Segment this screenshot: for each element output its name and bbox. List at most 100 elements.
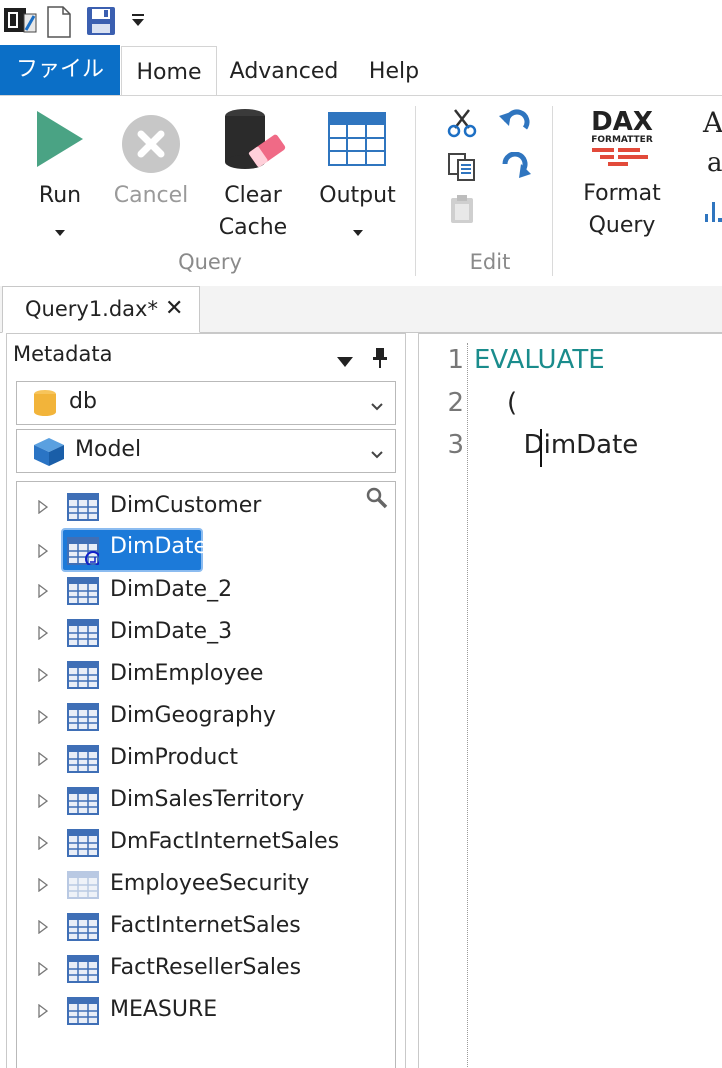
table-icon [67, 955, 99, 987]
document-tab[interactable]: Query1.dax* ✕ [2, 286, 200, 333]
copy-icon[interactable] [447, 152, 477, 186]
pin-icon[interactable] [373, 348, 387, 372]
output-label: Output [319, 183, 396, 208]
format-query-button[interactable]: DAX FORMATTER Format Query [570, 102, 674, 262]
model-value: Model [75, 437, 142, 462]
table-tree-item[interactable]: FactResellerSales [20, 947, 390, 989]
clear-cache-label-1: Clear [224, 183, 282, 208]
expand-arrow-icon[interactable] [38, 709, 49, 728]
expand-arrow-icon[interactable] [38, 877, 49, 896]
redo-icon[interactable] [499, 151, 531, 184]
partial-button-label[interactable]: A [703, 106, 722, 139]
table-name: FactResellerSales [110, 955, 302, 980]
tab-home[interactable]: Home [121, 46, 217, 97]
model-cube-icon [33, 437, 65, 471]
table-name: DimDate_3 [110, 619, 233, 644]
table-tree-item[interactable]: DimProduct [20, 737, 390, 779]
chevron-down-icon [54, 222, 66, 241]
hidden-table-icon [67, 871, 99, 903]
table-icon [67, 829, 99, 861]
expand-arrow-icon[interactable] [38, 961, 49, 980]
clear-cache-icon [223, 108, 287, 178]
model-select[interactable]: Model [16, 429, 396, 473]
table-icon [67, 661, 99, 693]
format-query-label-2: Query [588, 213, 656, 238]
table-tree-item[interactable]: DimDate_3 [20, 611, 390, 653]
expand-arrow-icon[interactable] [38, 543, 49, 562]
database-icon [33, 389, 57, 421]
run-button[interactable]: Run [10, 104, 110, 264]
table-icon [67, 745, 99, 777]
output-grid-icon [328, 112, 386, 170]
group-label-query: Query [178, 250, 242, 274]
expand-arrow-icon[interactable] [38, 499, 49, 518]
expand-arrow-icon[interactable] [38, 1003, 49, 1022]
formatter-logo-text: FORMATTER [591, 135, 653, 145]
table-icon [67, 493, 99, 525]
expand-arrow-icon[interactable] [38, 835, 49, 854]
play-icon [35, 109, 85, 173]
chevron-down-icon [352, 222, 364, 241]
ribbon: Run Cancel Clear Cache Output Query Edit… [0, 95, 722, 287]
close-tab-icon[interactable]: ✕ [165, 287, 183, 331]
paste-icon[interactable] [449, 194, 475, 228]
gutter-divider [467, 343, 468, 1067]
tab-file[interactable]: ファイル [0, 45, 120, 95]
line-number: 1 [447, 345, 464, 375]
table-tree-item[interactable]: DimEmployee [20, 653, 390, 695]
group-separator [415, 106, 416, 276]
table-icon [67, 787, 99, 819]
expand-arrow-icon[interactable] [38, 751, 49, 770]
tab-advanced[interactable]: Advanced [222, 46, 346, 96]
clear-cache-label-2: Cache [218, 215, 288, 240]
database-select[interactable]: db [16, 381, 396, 425]
panel-menu-dropdown-icon[interactable] [337, 352, 353, 371]
table-tree-item[interactable]: DimDate_2 [20, 569, 390, 611]
table-icon [67, 703, 99, 735]
clear-cache-button[interactable]: Clear Cache [205, 104, 301, 264]
table-name: DimEmployee [110, 661, 264, 686]
save-icon[interactable] [86, 6, 116, 40]
document-tab-title: Query1.dax* [25, 297, 158, 321]
table-name: DmFactInternetSales [110, 829, 340, 854]
format-query-label-1: Format [583, 181, 661, 206]
table-tree-item[interactable]: DimSalesTerritory [20, 779, 390, 821]
table-name: MEASURE [110, 997, 218, 1022]
new-document-icon[interactable] [46, 6, 72, 42]
table-tree-item[interactable]: DimDate [20, 528, 390, 572]
table-name: DimDate_2 [110, 577, 233, 602]
dax-formatter-icon: DAX FORMATTER [588, 104, 656, 172]
table-tree-item[interactable]: MEASURE [20, 989, 390, 1031]
expand-arrow-icon[interactable] [38, 919, 49, 938]
output-button[interactable]: Output [310, 104, 405, 264]
expand-arrow-icon[interactable] [38, 583, 49, 602]
metadata-title: Metadata [13, 342, 113, 366]
table-icon [67, 913, 99, 945]
quick-access-toolbar [0, 0, 722, 44]
cut-icon[interactable] [447, 108, 477, 142]
table-tree-item[interactable]: DimGeography [20, 695, 390, 737]
text-cursor [540, 429, 542, 467]
table-icon [67, 537, 101, 569]
cancel-button[interactable]: Cancel [105, 104, 197, 264]
expand-arrow-icon[interactable] [38, 667, 49, 686]
tab-help[interactable]: Help [358, 46, 430, 96]
table-name: EmployeeSecurity [110, 871, 310, 896]
table-tree-item[interactable]: DimCustomer [20, 485, 390, 527]
table-tree-item[interactable]: DmFactInternetSales [20, 821, 390, 863]
group-separator [552, 106, 553, 276]
table-tree-item[interactable]: EmployeeSecurity [20, 863, 390, 905]
undo-icon[interactable] [499, 108, 531, 140]
code-line[interactable]: ( [474, 388, 517, 418]
expand-arrow-icon[interactable] [38, 793, 49, 812]
expand-arrow-icon[interactable] [38, 625, 49, 644]
table-name: DimGeography [110, 703, 276, 728]
code-line[interactable]: DimDate [474, 430, 639, 460]
code-line[interactable]: EVALUATE [474, 345, 605, 375]
customize-dropdown-icon[interactable] [130, 12, 146, 32]
cancel-icon [121, 114, 181, 178]
table-icon [67, 577, 99, 609]
dax-logo-text: DAX [591, 107, 653, 137]
dax-studio-logo-icon[interactable] [4, 6, 38, 40]
table-tree-item[interactable]: FactInternetSales [20, 905, 390, 947]
